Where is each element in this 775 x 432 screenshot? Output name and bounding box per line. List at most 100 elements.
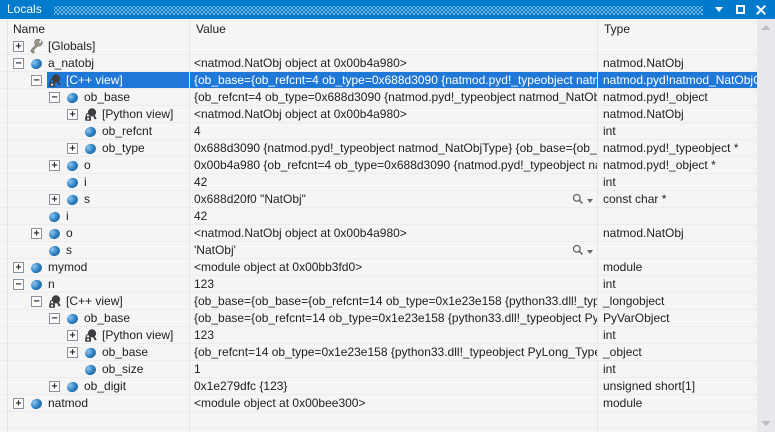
name-cell: s: [7, 242, 189, 258]
expand-toggle[interactable]: +: [67, 143, 78, 154]
collapse-toggle[interactable]: −: [13, 58, 24, 69]
type-cell: int: [598, 361, 757, 377]
type-cell: int: [598, 174, 757, 190]
value-cell: {ob_base={ob_refcnt=4 ob_type=0x688d3090…: [190, 72, 597, 88]
table-row[interactable]: +ob_base{ob_refcnt=14 ob_type=0x1e23e158…: [0, 344, 757, 361]
expand-toggle[interactable]: +: [31, 228, 42, 239]
row-highlight-region: ob_type: [83, 140, 189, 156]
table-row[interactable]: ob_refcnt4int: [0, 123, 757, 140]
value-cell: {ob_base={ob_refcnt=14 ob_type=0x1e23e15…: [190, 310, 597, 326]
python-object-icon: [47, 226, 62, 241]
table-row[interactable]: −ob_base{ob_base={ob_refcnt=14 ob_type=0…: [0, 310, 757, 327]
table-row[interactable]: i42int: [0, 174, 757, 191]
column-header-name[interactable]: Name: [13, 21, 45, 37]
variable-value: 0x00b4a980 {ob_refcnt=4 ob_type=0x688d30…: [194, 158, 597, 172]
type-cell: module: [598, 395, 757, 411]
python-object-icon: [65, 175, 80, 190]
table-row[interactable]: −a_natobj<natmod.NatObj object at 0x00b4…: [0, 55, 757, 72]
visualizer-dropdown-icon[interactable]: [587, 250, 593, 254]
value-cell: <natmod.NatObj object at 0x00b4a980>: [190, 106, 597, 122]
table-row[interactable]: +[Python view]<natmod.NatObj object at 0…: [0, 106, 757, 123]
scroll-down-icon[interactable]: [761, 421, 771, 426]
variable-value: <natmod.NatObj object at 0x00b4a980>: [194, 56, 407, 70]
type-cell: natmod.NatObj: [598, 55, 757, 71]
variable-value: 0x688d20f0 "NatObj": [194, 192, 306, 206]
table-row[interactable]: s'NatObj': [0, 242, 757, 259]
expand-toggle[interactable]: +: [67, 109, 78, 120]
expand-toggle[interactable]: +: [13, 262, 24, 273]
python-object-icon: [47, 243, 62, 258]
variable-value: 4: [194, 124, 201, 138]
table-row[interactable]: +[Python view]123int: [0, 327, 757, 344]
row-highlight-region: s: [47, 242, 189, 258]
text-visualizer-control: [570, 244, 593, 258]
locked-view-icon: [47, 294, 62, 309]
maximize-button[interactable]: [734, 4, 746, 16]
collapse-toggle[interactable]: −: [49, 92, 60, 103]
variable-name: [Globals]: [48, 38, 95, 54]
value-cell: 'NatObj': [190, 242, 597, 258]
table-row[interactable]: −[C++ view]{ob_base={ob_refcnt=4 ob_type…: [0, 72, 757, 89]
value-cell: {ob_base={ob_base={ob_refcnt=14 ob_type=…: [190, 293, 597, 309]
table-row[interactable]: + [Globals]: [0, 38, 757, 55]
row-highlight-region: ob_size: [83, 361, 189, 377]
name-value-column-separator[interactable]: [189, 19, 190, 432]
type-cell: natmod.pyd!_typeobject *: [598, 140, 757, 156]
expand-toggle[interactable]: +: [49, 194, 60, 205]
table-row[interactable]: +o<natmod.NatObj object at 0x00b4a980>na…: [0, 225, 757, 242]
expand-toggle[interactable]: +: [49, 160, 60, 171]
table-row[interactable]: −ob_base{ob_refcnt=4 ob_type=0x688d3090 …: [0, 89, 757, 106]
column-header-value[interactable]: Value: [196, 21, 226, 37]
table-row[interactable]: +ob_digit0x1e279dfc {123}unsigned short[…: [0, 378, 757, 395]
table-row[interactable]: i42: [0, 208, 757, 225]
collapse-toggle[interactable]: −: [49, 313, 60, 324]
variable-value: <module object at 0x00bb3fd0>: [194, 260, 362, 274]
table-row[interactable]: +ob_type0x688d3090 {natmod.pyd!_typeobje…: [0, 140, 757, 157]
variable-name: ob_type: [102, 140, 145, 156]
window-position-button[interactable]: [713, 4, 725, 16]
type-cell: _object: [598, 344, 757, 360]
python-object-icon: [65, 379, 80, 394]
variable-name: natmod: [48, 395, 88, 411]
type-cell: [598, 208, 757, 224]
table-row[interactable]: +mymod<module object at 0x00bb3fd0>modul…: [0, 259, 757, 276]
variable-value: 0x1e279dfc {123}: [194, 379, 287, 393]
value-type-column-separator[interactable]: [597, 19, 598, 432]
table-row[interactable]: +s 0x688d20f0 "NatObj" const char *: [0, 191, 757, 208]
table-row[interactable]: +natmod<module object at 0x00bee300>modu…: [0, 395, 757, 412]
python-object-icon: [29, 396, 44, 411]
expand-toggle[interactable]: +: [13, 398, 24, 409]
row-highlight-region: mymod: [29, 259, 189, 275]
collapse-toggle[interactable]: −: [31, 296, 42, 307]
column-header-type[interactable]: Type: [604, 21, 630, 37]
table-row[interactable]: +o0x00b4a980 {ob_refcnt=4 ob_type=0x688d…: [0, 157, 757, 174]
table-row[interactable]: ob_size1int: [0, 361, 757, 378]
python-object-icon: [83, 124, 98, 139]
expand-toggle[interactable]: +: [67, 347, 78, 358]
expand-toggle[interactable]: +: [49, 381, 60, 392]
expand-toggle[interactable]: +: [67, 330, 78, 341]
table-row[interactable]: −n123int: [0, 276, 757, 293]
variable-value: {ob_refcnt=4 ob_type=0x688d3090 {natmod.…: [194, 90, 597, 104]
collapse-toggle[interactable]: −: [31, 75, 42, 86]
close-button[interactable]: [755, 4, 767, 16]
type-cell: natmod.pyd!_object *: [598, 157, 757, 173]
type-cell: const char *: [598, 191, 757, 207]
name-cell: +s: [7, 191, 189, 207]
collapse-toggle[interactable]: −: [13, 279, 24, 290]
table-row[interactable]: −[C++ view]{ob_base={ob_base={ob_refcnt=…: [0, 293, 757, 310]
row-highlight-region: ob_digit: [65, 378, 189, 394]
value-cell: 42: [190, 174, 597, 190]
globals-wrench-icon: [29, 39, 44, 54]
python-object-icon: [29, 277, 44, 292]
magnifier-icon[interactable]: [572, 193, 584, 207]
scroll-up-icon[interactable]: [761, 25, 771, 30]
expand-toggle[interactable]: +: [13, 41, 24, 52]
python-object-icon: [65, 311, 80, 326]
magnifier-icon[interactable]: [572, 244, 584, 258]
vertical-scrollbar[interactable]: [757, 19, 775, 432]
visualizer-dropdown-icon[interactable]: [587, 199, 593, 203]
titlebar-drag-grip[interactable]: [54, 6, 703, 15]
python-object-icon: [83, 141, 98, 156]
variable-name: o: [66, 225, 73, 241]
